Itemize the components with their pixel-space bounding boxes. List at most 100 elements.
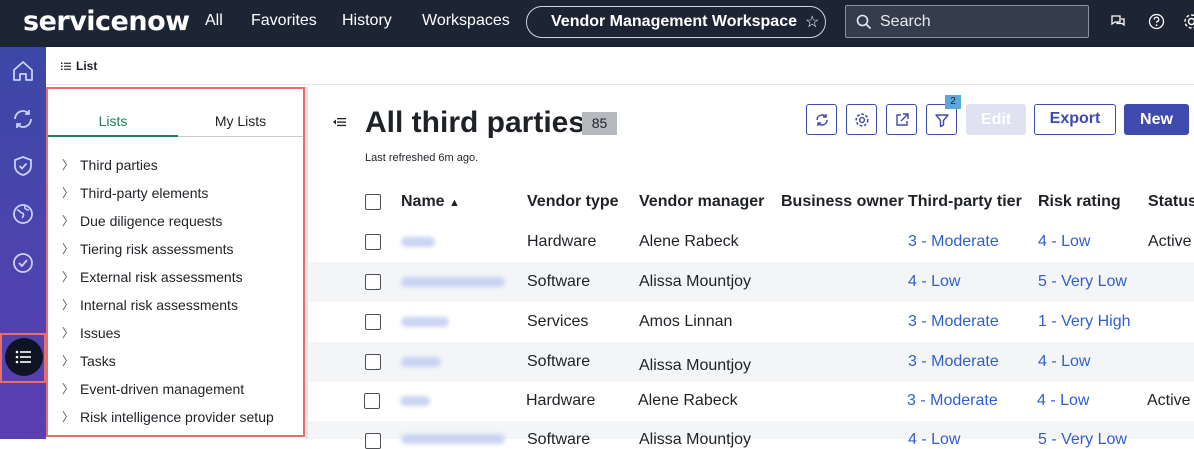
list-item-third-parties[interactable]: 〉Third parties [62,156,158,173]
list-item-third-party-elements[interactable]: 〉Third-party elements [62,184,208,201]
lists-tabs: Lists My Lists [48,113,303,137]
share-button[interactable] [886,104,917,135]
page-title: All third parties [365,106,585,140]
list-item-risk-intelligence[interactable]: 〉Risk intelligence provider setup [62,408,274,425]
filter-icon [934,112,950,128]
cell-risk-link[interactable]: 4 - Low [1038,353,1090,371]
check-circle-icon[interactable] [11,251,35,275]
list-item-label: Risk intelligence provider setup [80,409,274,425]
row-checkbox[interactable] [365,433,381,449]
top-navigation-bar: servicenow All Favorites History Workspa… [0,0,1194,47]
column-header-vendor-type[interactable]: Vendor type [527,193,619,211]
cell-vendor-type: Hardware [527,233,596,251]
list-item-label: Internal risk assessments [80,297,238,313]
cell-vendor-manager: Alissa Mountjoy [639,273,751,291]
cell-tier-link[interactable]: 3 - Moderate [908,353,999,371]
cell-risk-link[interactable]: 5 - Very Low [1038,431,1127,449]
row-checkbox[interactable] [365,314,381,330]
home-icon[interactable] [11,59,35,83]
column-header-vendor-manager[interactable]: Vendor manager [639,193,764,211]
gear-icon [854,112,870,128]
chevron-right-icon: 〉 [62,352,80,369]
list-item-internal-risk[interactable]: 〉Internal risk assessments [62,296,238,313]
redacted-name[interactable] [401,357,441,367]
search-placeholder: Search [880,13,931,31]
cell-risk-link[interactable]: 5 - Very Low [1038,273,1127,291]
row-checkbox[interactable] [364,393,380,409]
workspace-name: Vendor Management Workspace [551,13,797,31]
redacted-name[interactable] [400,396,430,406]
column-header-name[interactable]: Name ▲ [401,193,460,211]
row-checkbox[interactable] [365,274,381,290]
cell-vendor-manager: Alissa Mountjoy [639,357,751,375]
cell-status: Active [1148,233,1192,251]
tab-list[interactable]: List [60,59,97,73]
last-refreshed-text: Last refreshed 6m ago. [365,152,478,164]
nav-favorites[interactable]: Favorites [251,12,317,30]
shield-icon[interactable] [11,154,35,178]
cell-vendor-manager: Alene Rabeck [639,233,739,251]
column-header-third-party-tier[interactable]: Third-party tier [908,193,1022,211]
redacted-name[interactable] [401,317,449,327]
settings-button[interactable] [846,104,877,135]
list-item-label: Event-driven management [80,381,244,397]
redacted-name[interactable] [401,237,435,247]
export-button[interactable]: Export [1034,104,1116,135]
list-item-tiering[interactable]: 〉Tiering risk assessments [62,240,234,257]
chevron-right-icon: 〉 [62,324,80,341]
cell-tier-link[interactable]: 4 - Low [908,431,960,449]
nav-history[interactable]: History [342,12,392,30]
nav-all[interactable]: All [205,12,223,30]
list-icon [60,60,72,72]
edit-button[interactable]: Edit [966,104,1026,135]
row-checkbox[interactable] [365,354,381,370]
cell-tier-link[interactable]: 4 - Low [908,273,960,291]
redacted-name[interactable] [401,277,505,287]
lists-panel: Lists My Lists 〉Third parties 〉Third-par… [46,87,305,437]
column-header-label: Name [401,193,445,210]
rail-item-lists-active[interactable] [0,333,46,383]
cell-vendor-type: Hardware [526,392,595,410]
rail-active-circle [5,338,43,376]
chevron-right-icon: 〉 [62,240,80,257]
list-item-label: Tasks [80,353,116,369]
tab-lists[interactable]: Lists [48,113,178,137]
chat-icon[interactable] [1110,13,1126,29]
cell-tier-link[interactable]: 3 - Moderate [907,392,998,410]
share-icon [894,112,910,128]
cell-tier-link[interactable]: 3 - Moderate [908,233,999,251]
refresh-button[interactable] [806,104,837,135]
cell-risk-link[interactable]: 4 - Low [1037,392,1089,410]
cell-risk-link[interactable]: 1 - Very High [1038,313,1130,331]
list-item-label: External risk assessments [80,269,243,285]
list-item-issues[interactable]: 〉Issues [62,324,120,341]
chevron-right-icon: 〉 [62,296,80,313]
workspace-pill[interactable]: Vendor Management Workspace ☆ [526,6,826,38]
tab-list-label: List [76,59,97,73]
row-checkbox[interactable] [365,234,381,250]
list-item-due-diligence[interactable]: 〉Due diligence requests [62,212,222,229]
tab-bar: List [46,47,1194,85]
star-icon[interactable]: ☆ [805,12,819,32]
gear-icon[interactable] [1183,13,1194,30]
nav-workspaces[interactable]: Workspaces [422,12,510,30]
refresh-icon[interactable] [11,107,35,131]
collapse-panel-icon[interactable] [333,116,347,128]
list-item-event-driven[interactable]: 〉Event-driven management [62,380,244,397]
cell-risk-link[interactable]: 4 - Low [1038,233,1090,251]
cell-tier-link[interactable]: 3 - Moderate [908,313,999,331]
new-button[interactable]: New [1124,104,1189,135]
servicenow-logo[interactable]: servicenow [23,6,190,37]
list-item-label: Third parties [80,157,158,173]
globe-icon[interactable] [11,202,35,226]
help-icon[interactable] [1148,13,1165,30]
column-header-business-owner[interactable]: Business owner [781,193,904,211]
select-all-checkbox[interactable] [365,194,381,210]
search-input[interactable]: Search [845,5,1089,38]
tab-my-lists[interactable]: My Lists [178,113,303,137]
redacted-name[interactable] [401,434,505,444]
list-item-external-risk[interactable]: 〉External risk assessments [62,268,243,285]
list-item-tasks[interactable]: 〉Tasks [62,352,116,369]
column-header-status[interactable]: Status [1148,193,1194,211]
column-header-risk-rating[interactable]: Risk rating [1038,193,1121,211]
